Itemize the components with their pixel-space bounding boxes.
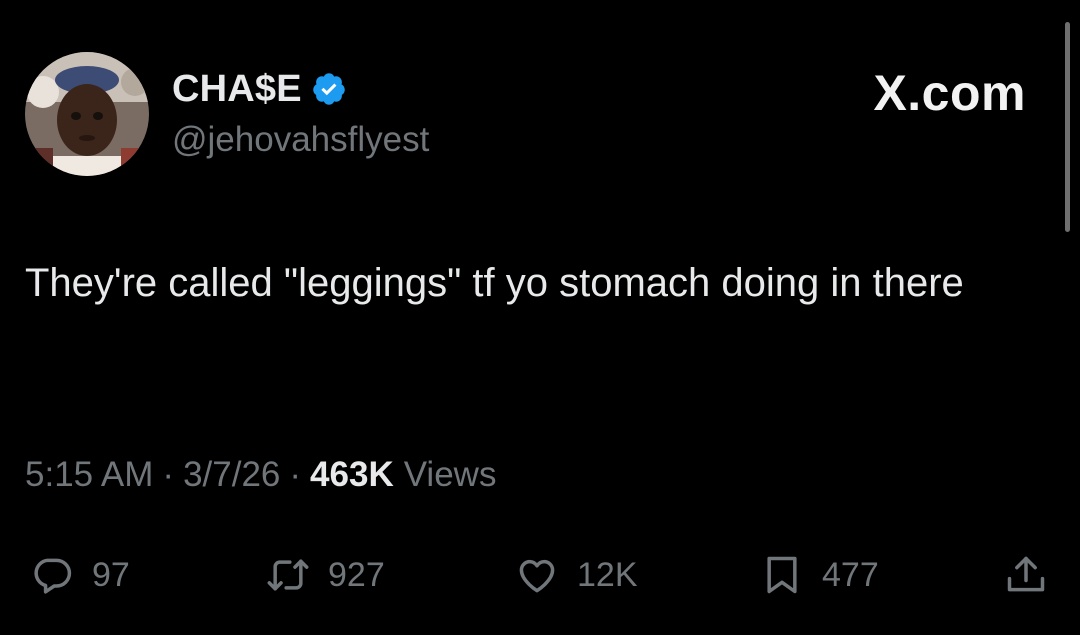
author-display-name[interactable]: CHA$E: [172, 68, 302, 111]
scrollbar[interactable]: [1065, 22, 1070, 232]
avatar-image: [25, 52, 149, 176]
author-handle[interactable]: @jehovahsflyest: [172, 120, 429, 160]
reply-count: 97: [92, 555, 130, 594]
meta-separator: ·: [289, 455, 302, 494]
reply-icon: [30, 553, 74, 597]
heart-icon: [515, 553, 559, 597]
share-button[interactable]: [1004, 545, 1048, 605]
repost-icon: [266, 553, 310, 597]
views-label: Views: [403, 455, 497, 494]
verified-badge-icon: [311, 71, 347, 107]
site-logo-text: X.com: [873, 65, 1026, 121]
like-button[interactable]: 12K: [515, 545, 638, 605]
views-count: 463K: [310, 455, 394, 494]
action-bar: 97 927 12K 477: [0, 545, 1080, 605]
bookmark-button[interactable]: 477: [760, 545, 879, 605]
bookmark-icon: [760, 553, 804, 597]
tweet-time[interactable]: 5:15 AM: [25, 455, 153, 495]
tweet-meta: 5:15 AM · 3/7/26 · 463K Views: [25, 455, 496, 495]
avatar[interactable]: [25, 52, 149, 176]
bookmark-count: 477: [822, 555, 879, 594]
reply-button[interactable]: 97: [30, 545, 130, 605]
share-icon: [1004, 553, 1048, 597]
tweet-date[interactable]: 3/7/26: [183, 455, 280, 495]
like-count: 12K: [577, 555, 638, 594]
author-name-row[interactable]: CHA$E: [172, 66, 347, 112]
repost-count: 927: [328, 555, 385, 594]
tweet-text: They're called "leggings" tf yo stomach …: [25, 261, 964, 305]
meta-separator: ·: [162, 455, 175, 494]
repost-button[interactable]: 927: [266, 545, 385, 605]
